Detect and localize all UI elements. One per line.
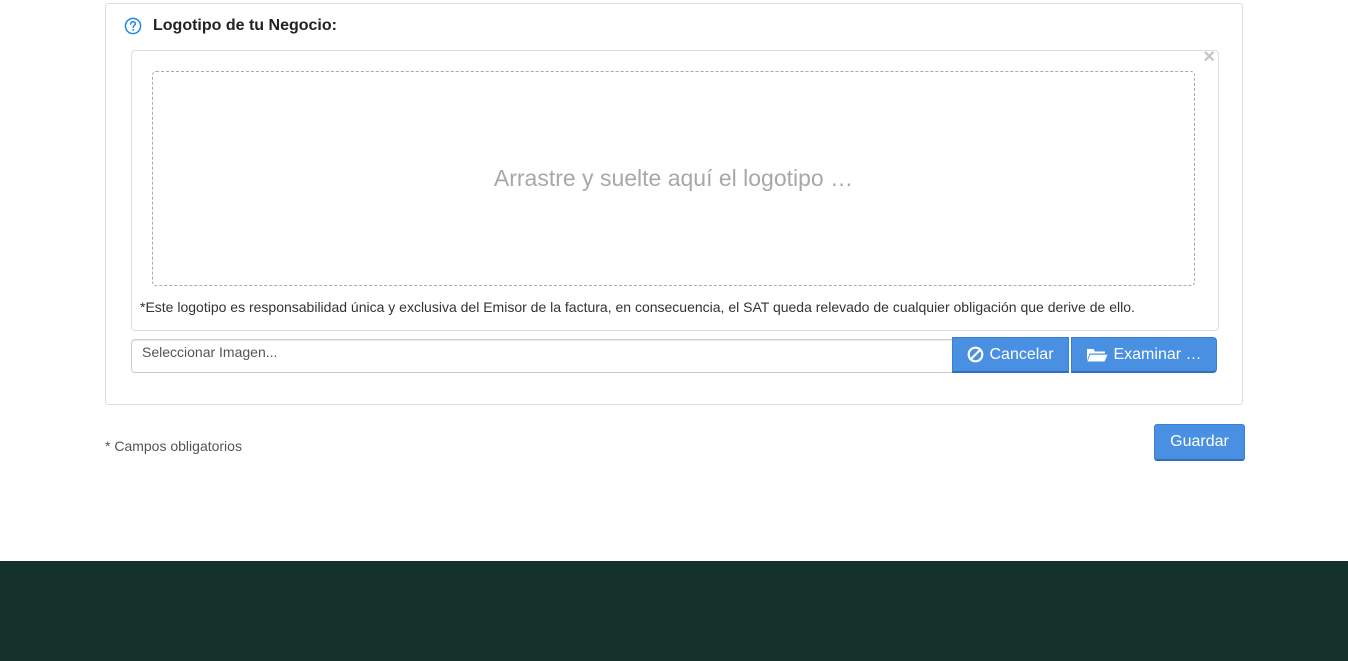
ban-icon — [967, 346, 984, 363]
question-circle-icon[interactable] — [124, 17, 142, 35]
page-footer — [0, 561, 1348, 661]
browse-button[interactable]: Examinar … — [1071, 337, 1217, 373]
save-button[interactable]: Guardar — [1154, 424, 1245, 461]
file-preview: × Arrastre y suelte aquí el logotipo … *… — [131, 47, 1219, 331]
file-caption-input[interactable]: Seleccionar Imagen... — [131, 339, 953, 373]
folder-open-icon — [1086, 346, 1108, 363]
cancel-button-label: Cancelar — [989, 345, 1054, 363]
logo-panel: Logotipo de tu Negocio: × Arrastre y sue… — [105, 3, 1243, 405]
cancel-button[interactable]: Cancelar — [952, 337, 1069, 373]
file-input-group: Seleccionar Imagen... Cancelar Examinar … — [131, 337, 1218, 374]
panel-title: Logotipo de tu Negocio: — [153, 17, 337, 34]
browse-button-label: Examinar … — [1113, 345, 1202, 363]
panel-heading: Logotipo de tu Negocio: — [124, 16, 337, 36]
close-icon[interactable]: × — [1203, 47, 1215, 67]
disclaimer-text: *Este logotipo es responsabilidad única … — [140, 299, 1135, 315]
drop-zone[interactable]: Arrastre y suelte aquí el logotipo … — [152, 71, 1195, 286]
drop-zone-text: Arrastre y suelte aquí el logotipo … — [493, 165, 854, 191]
required-fields-note: * Campos obligatorios — [105, 438, 242, 454]
